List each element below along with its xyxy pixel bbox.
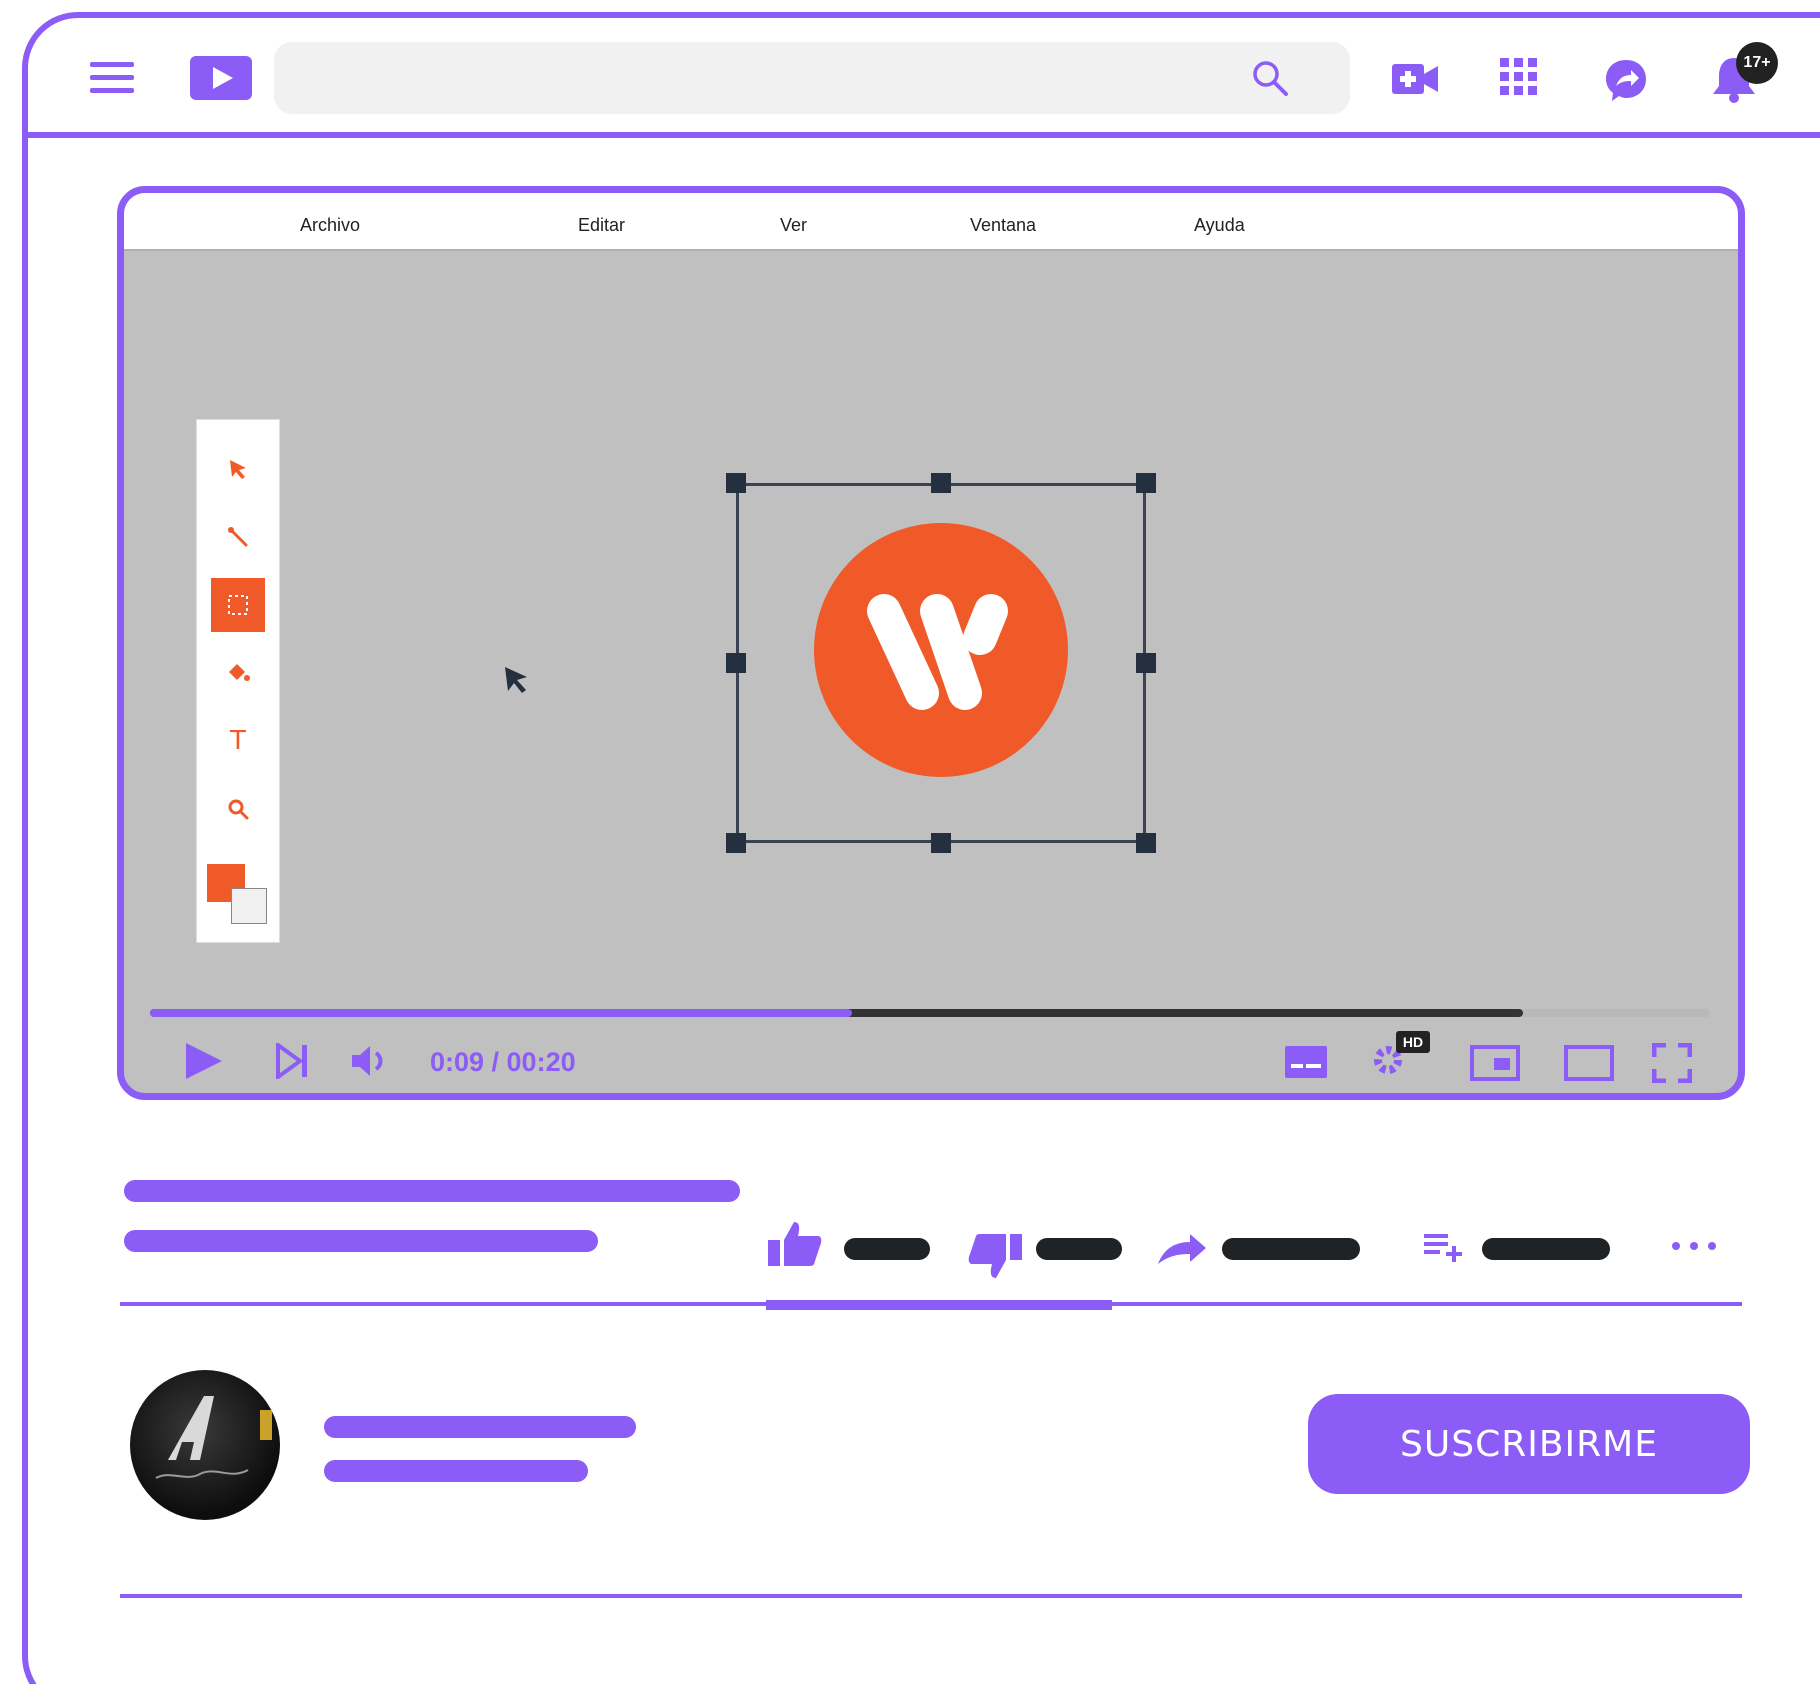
subscriber-count-placeholder [324, 1460, 588, 1482]
menu-editar[interactable]: Editar [578, 215, 625, 236]
channel-logo-icon [155, 1396, 272, 1479]
resize-handle-bottom[interactable] [931, 833, 951, 853]
more-options-icon[interactable] [1670, 1240, 1718, 1252]
menu-ver[interactable]: Ver [780, 215, 807, 236]
editor-menubar: Archivo Editar Ver Ventana Ayuda [124, 193, 1738, 251]
marquee-select-tool-icon[interactable] [211, 578, 265, 632]
menu-ayuda[interactable]: Ayuda [1194, 215, 1245, 236]
select-arrow-tool-icon[interactable] [211, 442, 265, 496]
video-player[interactable]: Archivo Editar Ver Ventana Ayuda T 0:09 … [117, 186, 1745, 1100]
resize-handle-top-left[interactable] [726, 473, 746, 493]
notification-count-badge: 17+ [1736, 42, 1778, 84]
resize-handle-bottom-right[interactable] [1136, 833, 1156, 853]
progress-played[interactable] [150, 1009, 852, 1017]
search-bar [274, 42, 1350, 114]
dislike-count-placeholder [1036, 1238, 1122, 1260]
like-thumbs-up-icon[interactable] [766, 1220, 822, 1268]
theater-mode-icon[interactable] [1564, 1045, 1614, 1081]
video-views-placeholder [124, 1230, 598, 1252]
volume-icon[interactable] [350, 1043, 390, 1079]
share-label-placeholder [1222, 1238, 1360, 1260]
pen-tool-icon[interactable] [211, 510, 265, 564]
messages-icon[interactable] [1604, 58, 1648, 102]
channel-name-placeholder [324, 1416, 636, 1438]
resize-handle-bottom-left[interactable] [726, 833, 746, 853]
menu-ventana[interactable]: Ventana [970, 215, 1036, 236]
time-display: 0:09 / 00:20 [430, 1047, 576, 1077]
share-arrow-icon[interactable] [1156, 1232, 1208, 1268]
channel-divider [120, 1594, 1742, 1598]
play-logo-icon[interactable] [190, 56, 252, 100]
channel-avatar[interactable] [130, 1370, 280, 1520]
like-ratio-bar [766, 1300, 1112, 1310]
add-to-playlist-icon[interactable] [1422, 1230, 1464, 1262]
zoom-tool-icon[interactable] [211, 782, 265, 836]
next-icon[interactable] [276, 1043, 308, 1079]
menu-archivo[interactable]: Archivo [300, 215, 360, 236]
miniplayer-icon[interactable] [1470, 1045, 1520, 1081]
save-label-placeholder [1482, 1238, 1610, 1260]
subscribe-button[interactable]: SUSCRIBIRME [1308, 1394, 1750, 1494]
fullscreen-icon[interactable] [1652, 1043, 1692, 1083]
resize-handle-top-right[interactable] [1136, 473, 1156, 493]
video-title-placeholder [124, 1180, 740, 1202]
subtitles-icon[interactable] [1284, 1045, 1328, 1079]
resize-handle-right[interactable] [1136, 653, 1156, 673]
header-divider [22, 132, 1820, 138]
text-tool-icon[interactable]: T [211, 714, 265, 768]
background-color-swatch[interactable] [231, 888, 267, 924]
hamburger-menu-icon[interactable] [90, 62, 134, 94]
mouse-cursor-icon [505, 667, 527, 693]
tool-palette: T [196, 419, 280, 943]
search-input[interactable] [294, 42, 1234, 114]
play-icon[interactable] [184, 1041, 224, 1081]
hd-badge: HD [1396, 1031, 1430, 1053]
like-count-placeholder [844, 1238, 930, 1260]
dislike-thumbs-down-icon[interactable] [968, 1232, 1024, 1282]
resize-handle-left[interactable] [726, 653, 746, 673]
paint-bucket-tool-icon[interactable] [211, 646, 265, 700]
resize-handle-top[interactable] [931, 473, 951, 493]
create-video-icon[interactable] [1392, 62, 1438, 96]
search-icon[interactable] [1250, 58, 1290, 98]
apps-grid-icon[interactable] [1500, 58, 1538, 96]
w-brand-logo [814, 523, 1068, 777]
